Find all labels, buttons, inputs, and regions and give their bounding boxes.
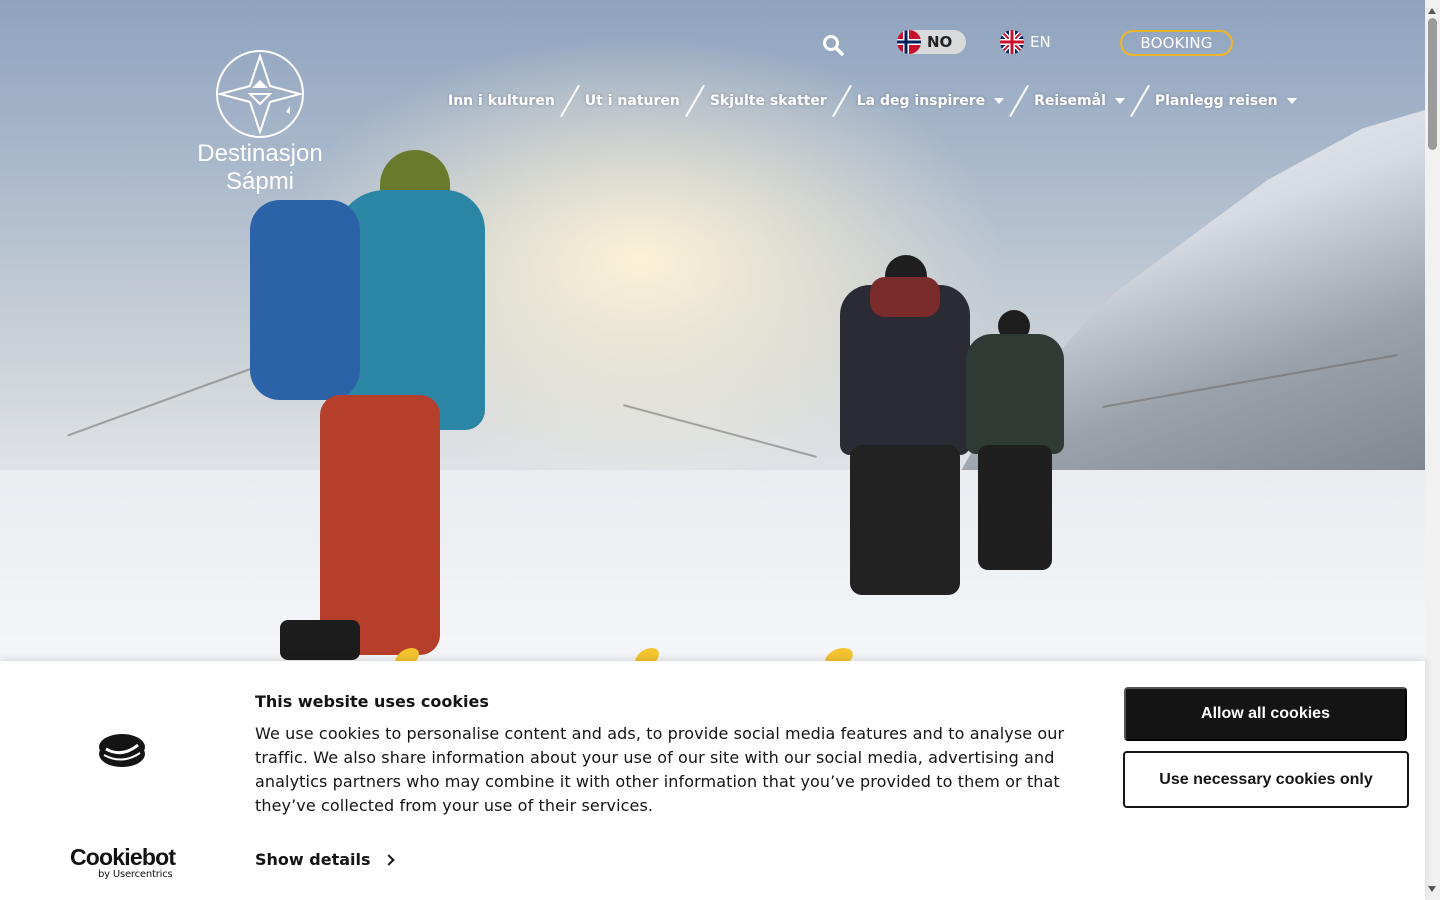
nav-divider: [684, 84, 705, 118]
nav-divider: [1009, 84, 1029, 118]
logo-text-line1: Destinasjon: [197, 140, 323, 167]
search-button[interactable]: [822, 34, 844, 56]
nav-item-planlegg-reisen[interactable]: Planlegg reisen: [1155, 93, 1297, 109]
main-nav: Inn i kulturen Ut i naturen Skjulte skat…: [448, 84, 1297, 118]
show-details-link[interactable]: Show details: [255, 850, 395, 869]
uk-flag-icon: [1000, 30, 1024, 54]
hero-bush: [623, 404, 817, 458]
chevron-right-icon: [382, 854, 395, 866]
cookiebot-logo-name: Cookiebot: [70, 844, 176, 870]
hero-skier-middle: [830, 255, 980, 615]
search-icon: [823, 35, 844, 56]
chevron-down-icon: [994, 98, 1005, 104]
cookie-banner-title: This website uses cookies: [255, 692, 489, 711]
sapmi-logo-icon: [216, 50, 304, 138]
nav-item-ut-i-naturen[interactable]: Ut i naturen: [585, 93, 680, 109]
cookie-banner-text: We use cookies to personalise content an…: [255, 724, 1065, 815]
chevron-down-icon: [1114, 98, 1125, 104]
scroll-down-arrow-icon[interactable]: [1428, 886, 1436, 892]
nav-item-la-deg-inspirere[interactable]: La deg inspirere: [856, 93, 1005, 109]
language-no-label: NO: [927, 33, 953, 51]
nav-item-inn-i-kulturen[interactable]: Inn i kulturen: [448, 93, 555, 109]
nav-item-label: Ut i naturen: [584, 93, 680, 109]
cookiebot-logo-sub: by Usercentrics: [98, 869, 173, 880]
nav-item-label: Inn i kulturen: [448, 93, 555, 109]
scrollbar-thumb[interactable]: [1428, 18, 1437, 150]
page: Destinasjon Sápmi NO EN BOOKING Inn i ku…: [0, 0, 1440, 900]
booking-button[interactable]: BOOKING: [1120, 30, 1233, 56]
nav-divider: [1130, 84, 1150, 118]
nav-item-label: Planlegg reisen: [1154, 93, 1278, 109]
show-details-label: Show details: [255, 850, 371, 869]
language-en-button[interactable]: EN: [1000, 30, 1066, 54]
allow-all-cookies-button[interactable]: Allow all cookies: [1124, 687, 1407, 741]
scroll-up-arrow-icon[interactable]: [1428, 8, 1436, 14]
nav-item-reisemal[interactable]: Reisemål: [1034, 93, 1125, 109]
nav-divider: [559, 84, 580, 118]
nav-item-label: Reisemål: [1034, 93, 1106, 109]
cookiebot-icon: [98, 732, 146, 772]
language-en-label: EN: [1030, 33, 1051, 51]
nav-item-skjulte-skatter[interactable]: Skjulte skatter: [710, 93, 827, 109]
hero-skier-back: [960, 310, 1070, 580]
necessary-cookies-only-button[interactable]: Use necessary cookies only: [1123, 751, 1409, 808]
site-logo[interactable]: Destinasjon Sápmi: [190, 48, 330, 196]
chevron-down-icon: [1286, 98, 1297, 104]
logo-text-line2: Sápmi: [225, 168, 295, 195]
hero-skier-front: [240, 150, 485, 670]
nav-item-label: Skjulte skatter: [709, 93, 827, 109]
norway-flag-icon: [897, 30, 921, 54]
cookiebot-logo: Cookiebot by Usercentrics: [70, 845, 180, 881]
nav-divider: [831, 84, 852, 118]
language-no-button[interactable]: NO: [897, 30, 966, 54]
nav-item-label: La deg inspirere: [856, 93, 986, 109]
